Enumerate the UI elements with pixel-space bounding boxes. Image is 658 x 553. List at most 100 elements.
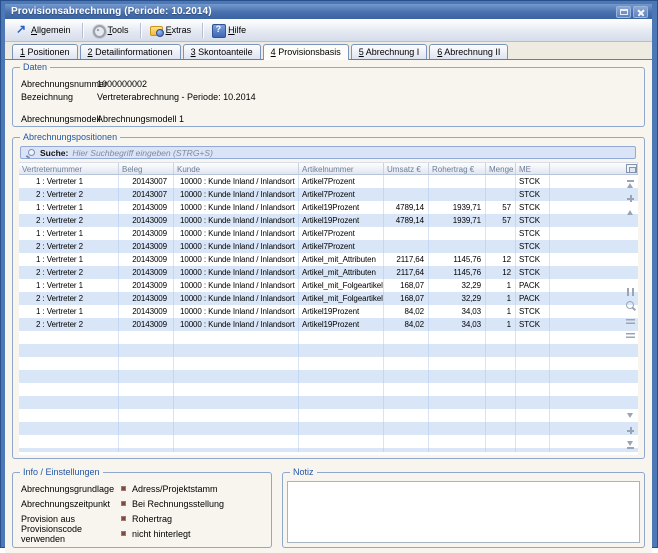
cell-vertreternummer [19, 435, 119, 448]
field-row-abrechnungsnummer: Abrechnungsnummer1000000002 [21, 77, 636, 90]
restore-window-button[interactable] [616, 6, 631, 18]
cell-umsatz [384, 227, 429, 240]
cell-beleg [119, 448, 174, 452]
toolbar-button-label: Extras [166, 25, 192, 35]
column-header-kunde[interactable]: Kunde [174, 163, 299, 174]
field-row-abrechnungsmodell: AbrechnungsmodellAbrechnungsmodell 1 [21, 112, 636, 125]
close-window-button[interactable] [633, 6, 648, 18]
grid-zoom-icon[interactable] [624, 300, 637, 313]
cell-artikelnummer [299, 448, 384, 452]
toolbar-button-tools[interactable]: Tools [87, 21, 136, 39]
column-header-rohertrag[interactable]: Rohertrag € [429, 163, 486, 174]
toolbar-button-allgemein[interactable]: Allgemein [10, 21, 78, 39]
cell-artikelnummer: Artikel_mit_Attributen [299, 266, 384, 279]
column-header-vertreternummer[interactable]: Vertreternummer [19, 163, 119, 174]
cell-menge: 1 [486, 279, 516, 292]
cell-menge: 57 [486, 201, 516, 214]
scroll-down-step-icon[interactable] [624, 424, 637, 437]
column-header-menge[interactable]: Menge [486, 163, 516, 174]
table-empty-row [19, 409, 638, 422]
table-row[interactable]: 1 : Vertreter 12014300910000 : Kunde Inl… [19, 305, 638, 318]
tab-2-detailinformationen[interactable]: 2 Detailinformationen [80, 44, 181, 59]
column-header-umsatz[interactable]: Umsatz € [384, 163, 429, 174]
info-legend: Info / Einstellungen [20, 467, 103, 478]
window-frame: Provisionsabrechnung (Periode: 10.2014) … [1, 1, 657, 547]
cell-umsatz [384, 396, 429, 409]
table-row[interactable]: 2 : Vertreter 22014300910000 : Kunde Inl… [19, 318, 638, 331]
cell-rohertrag: 34,03 [429, 305, 486, 318]
table-row[interactable]: 2 : Vertreter 22014300910000 : Kunde Inl… [19, 292, 638, 305]
cell-umsatz [384, 188, 429, 201]
cell-artikelnummer [299, 331, 384, 344]
cell-artikelnummer [299, 383, 384, 396]
search-bar[interactable]: Suche: Hier Suchbegriff eingeben (STRG+S… [20, 146, 636, 159]
scroll-bottom-icon[interactable] [624, 438, 637, 451]
cell-rohertrag [429, 448, 486, 452]
scroll-top-icon[interactable] [624, 178, 637, 191]
tools-gear-icon [92, 24, 104, 36]
scroll-up-icon[interactable] [624, 206, 637, 219]
cell-menge: 1 [486, 292, 516, 305]
bullet-icon [121, 501, 126, 506]
cell-umsatz: 2117,64 [384, 266, 429, 279]
tab-6-abrechnung-ii[interactable]: 6 Abrechnung II [429, 44, 508, 59]
grid-list-icon[interactable] [624, 314, 637, 327]
cell-vertreternummer: 2 : Vertreter 2 [19, 240, 119, 253]
cell-menge [486, 227, 516, 240]
cell-rohertrag: 1145,76 [429, 253, 486, 266]
cell-rohertrag: 1939,71 [429, 214, 486, 227]
scroll-up-step-icon[interactable] [624, 192, 637, 205]
tab-3-skontoanteile[interactable]: 3 Skontoanteile [183, 44, 261, 59]
toolbar-button-extras[interactable]: Extras [145, 21, 199, 39]
cell-kunde [174, 396, 299, 409]
column-header-artikelnummer[interactable]: Artikelnummer [299, 163, 384, 174]
table-empty-row [19, 422, 638, 435]
cell-menge [486, 344, 516, 357]
cell-menge [486, 422, 516, 435]
cell-menge [486, 435, 516, 448]
cell-beleg: 20143009 [119, 292, 174, 305]
table-row[interactable]: 2 : Vertreter 22014300910000 : Kunde Inl… [19, 214, 638, 227]
cell-menge [486, 409, 516, 422]
cell-umsatz [384, 383, 429, 396]
cell-beleg [119, 357, 174, 370]
table-row[interactable]: 2 : Vertreter 22014300710000 : Kunde Inl… [19, 188, 638, 201]
column-header-beleg[interactable]: Beleg [119, 163, 174, 174]
cell-menge: 1 [486, 318, 516, 331]
cell-kunde: 10000 : Kunde Inland / Inlandsort [174, 266, 299, 279]
cell-rohertrag [429, 422, 486, 435]
cell-kunde [174, 409, 299, 422]
cell-rohertrag [429, 227, 486, 240]
cell-beleg: 20143007 [119, 188, 174, 201]
table-empty-row [19, 370, 638, 383]
tab-1-positionen[interactable]: 1 Positionen [12, 44, 78, 59]
cell-artikelnummer: Artikel7Prozent [299, 227, 384, 240]
toolbar-button-hilfe[interactable]: Hilfe [207, 21, 253, 39]
cell-beleg: 20143009 [119, 266, 174, 279]
tab-4-provisionsbasis[interactable]: 4 Provisionsbasis [263, 44, 349, 60]
field-label: Bezeichnung [21, 92, 97, 102]
table-row[interactable]: 1 : Vertreter 12014300910000 : Kunde Inl… [19, 253, 638, 266]
table-row[interactable]: 2 : Vertreter 22014300910000 : Kunde Inl… [19, 266, 638, 279]
table-row[interactable]: 1 : Vertreter 12014300710000 : Kunde Inl… [19, 175, 638, 188]
notiz-textarea[interactable] [287, 481, 640, 543]
cell-me [516, 331, 550, 344]
grid-filter-icon[interactable] [624, 328, 637, 341]
grid-options-icon[interactable] [624, 286, 637, 299]
scroll-down-icon[interactable] [624, 410, 637, 423]
toolbar-button-label: Allgemein [31, 25, 71, 35]
cell-umsatz [384, 344, 429, 357]
field-label: Abrechnungsmodell [21, 114, 97, 124]
table-row[interactable]: 1 : Vertreter 12014300910000 : Kunde Inl… [19, 201, 638, 214]
table-row[interactable]: 2 : Vertreter 22014300910000 : Kunde Inl… [19, 240, 638, 253]
table-row[interactable]: 1 : Vertreter 12014300910000 : Kunde Inl… [19, 279, 638, 292]
cell-umsatz: 84,02 [384, 318, 429, 331]
table-row[interactable]: 1 : Vertreter 12014300910000 : Kunde Inl… [19, 227, 638, 240]
tab-5-abrechnung-i[interactable]: 5 Abrechnung I [351, 44, 428, 59]
column-header-me[interactable]: ME [516, 163, 550, 174]
cell-beleg [119, 331, 174, 344]
info-row-provisionscode-verwenden: Provisionscode verwendennicht hinterlegt [21, 526, 266, 541]
column-chooser-icon[interactable] [624, 162, 637, 175]
cell-menge [486, 448, 516, 452]
toolbar-button-label: Tools [108, 25, 129, 35]
